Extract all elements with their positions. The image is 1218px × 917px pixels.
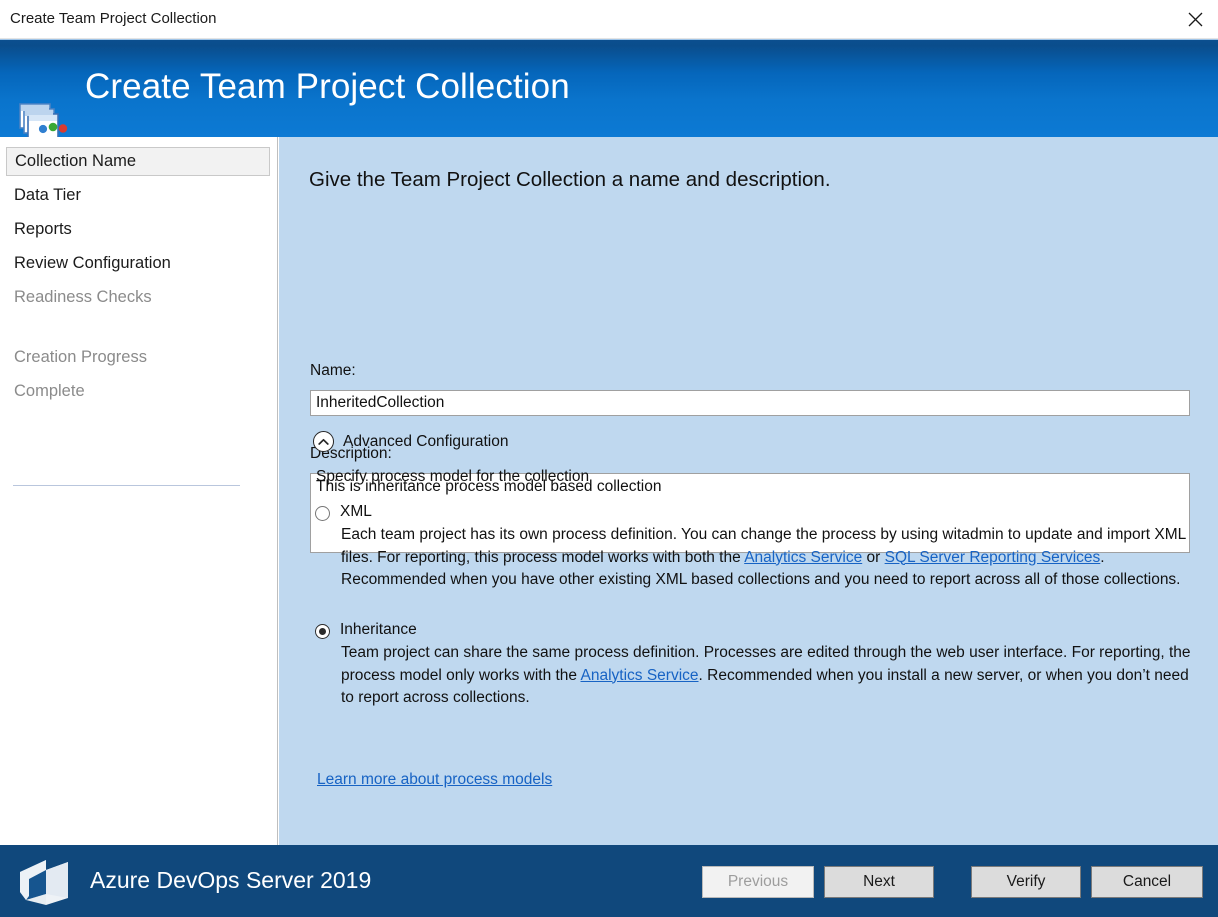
- close-icon: [1188, 12, 1203, 27]
- sidebar-item-reports[interactable]: Reports: [6, 215, 270, 244]
- radio-xml-label: XML: [340, 503, 372, 521]
- content-panel: Give the Team Project Collection a name …: [279, 137, 1218, 845]
- learn-more-link[interactable]: Learn more about process models: [317, 771, 552, 789]
- azure-devops-logo-icon: [16, 856, 76, 908]
- sidebar-divider: [13, 485, 240, 486]
- sidebar-item-collection-name[interactable]: Collection Name: [6, 147, 270, 176]
- process-model-subtitle: Specify process model for the collection: [316, 468, 589, 486]
- product-brand-label: Azure DevOps Server 2019: [90, 867, 371, 894]
- header-banner: Create Team Project Collection: [0, 39, 1218, 137]
- close-button[interactable]: [1172, 0, 1218, 38]
- inline-link[interactable]: Analytics Service: [581, 667, 699, 684]
- page-heading: Give the Team Project Collection a name …: [309, 168, 831, 192]
- radio-option-inheritance[interactable]: Inheritance: [315, 621, 417, 639]
- sidebar-item-data-tier[interactable]: Data Tier: [6, 181, 270, 210]
- xml-description: Each team project has its own process de…: [341, 524, 1191, 592]
- sidebar-item-complete: Complete: [6, 377, 270, 406]
- team-project-collection-icon: [18, 102, 72, 137]
- chevron-up-icon: [313, 431, 334, 452]
- cancel-button[interactable]: Cancel: [1091, 866, 1203, 898]
- advanced-configuration-toggle[interactable]: Advanced Configuration: [313, 431, 508, 452]
- previous-button[interactable]: Previous: [702, 866, 814, 898]
- sidebar-item-readiness-checks: Readiness Checks: [6, 283, 270, 312]
- radio-xml-icon: [315, 506, 330, 521]
- verify-button[interactable]: Verify: [971, 866, 1081, 898]
- name-label: Name:: [310, 362, 356, 380]
- window-title: Create Team Project Collection: [10, 10, 216, 27]
- sidebar-item-creation-progress: Creation Progress: [6, 343, 270, 372]
- inheritance-description: Team project can share the same process …: [341, 642, 1191, 710]
- title-bar: Create Team Project Collection: [0, 0, 1218, 39]
- wizard-sidebar: Collection Name Data Tier Reports Review…: [0, 137, 278, 845]
- advanced-configuration-label: Advanced Configuration: [343, 433, 508, 451]
- radio-option-xml[interactable]: XML: [315, 503, 372, 521]
- next-button[interactable]: Next: [824, 866, 934, 898]
- header-title: Create Team Project Collection: [85, 67, 570, 107]
- collection-name-input[interactable]: [310, 390, 1190, 416]
- sidebar-item-review-configuration[interactable]: Review Configuration: [6, 249, 270, 278]
- inline-link[interactable]: SQL Server Reporting Services: [885, 549, 1101, 566]
- inline-link[interactable]: Analytics Service: [744, 549, 862, 566]
- radio-inheritance-label: Inheritance: [340, 621, 417, 639]
- radio-inheritance-icon: [315, 624, 330, 639]
